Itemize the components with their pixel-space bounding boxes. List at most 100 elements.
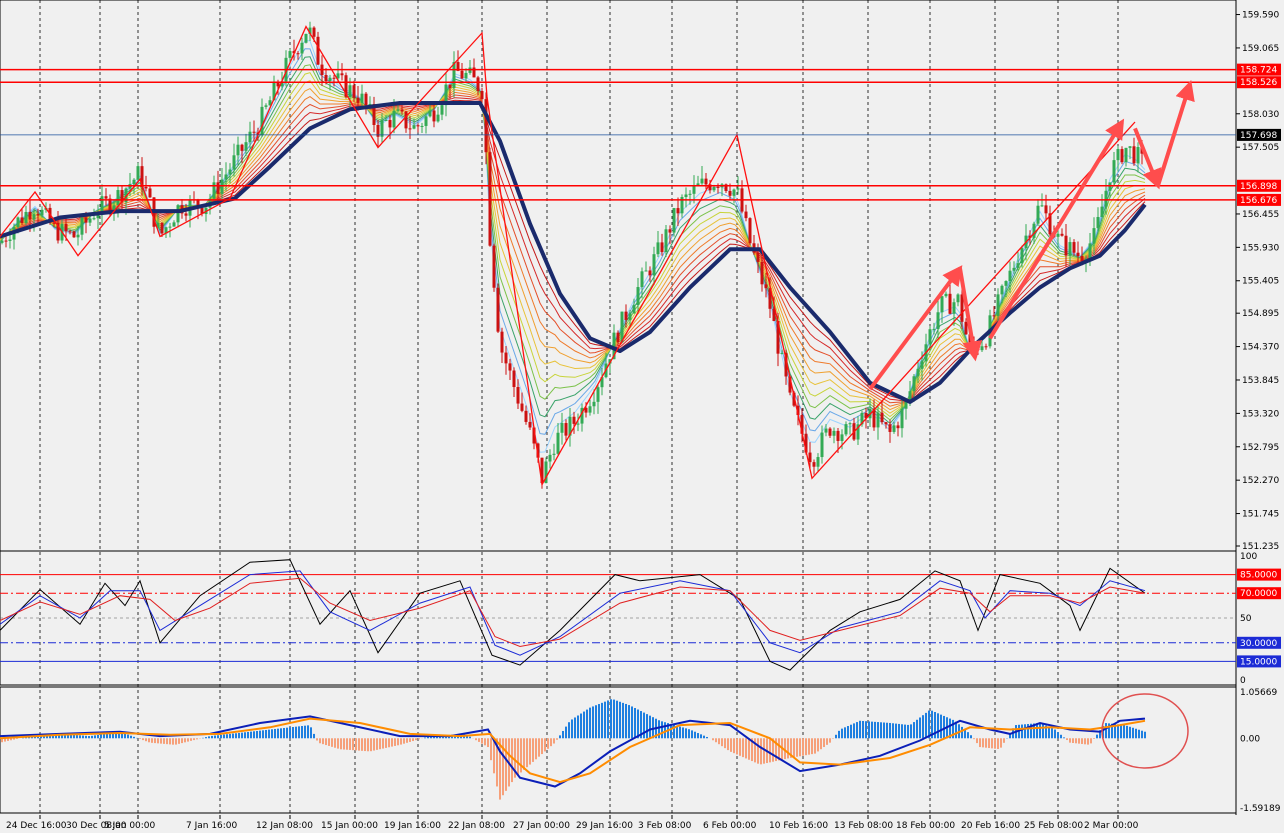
price-level-value: 156.898 [1240,182,1277,192]
time-axis-label: 18 Feb 00:00 [896,821,955,831]
price-axis-label: 152.795 [1242,443,1279,453]
price-axis-label: 156.455 [1242,210,1279,220]
price-axis-label: 159.065 [1242,44,1279,54]
candle-body [144,186,148,189]
candle-body [712,186,716,191]
candle-body [684,194,688,198]
candle-body [1080,256,1084,262]
time-axis-label: 6 Feb 00:00 [703,821,757,831]
time-axis-label: 5 Jan 00:00 [104,821,156,831]
candle-body [1020,248,1024,264]
candle-body [1060,233,1064,236]
candle-body [668,229,672,233]
candle-body [844,424,848,435]
candle-body [340,73,344,76]
candle-body [516,387,520,404]
candle-body [1032,223,1036,238]
candle-body [508,363,512,371]
candle-body [672,208,676,233]
candle-body [324,75,328,82]
candle-body [716,186,720,188]
time-axis-label: 2 Mar 00:00 [1084,821,1139,831]
candle-body [328,77,332,82]
candle-body [840,434,844,441]
price-level-value: 158.724 [1240,66,1277,76]
candle-body [848,423,852,425]
candle-body [940,296,944,313]
time-axis-label: 7 Jan 16:00 [186,821,238,831]
candle-body [1116,149,1120,161]
candle-body [464,72,468,79]
candle-body [1104,190,1108,207]
candle-body [524,410,528,422]
candle-body [812,462,816,467]
candle-body [408,128,412,130]
macd-axis-label: 0.00 [1240,734,1260,744]
candle-body [476,77,480,92]
candle-body [652,254,656,276]
candle-body [388,119,392,128]
candle-body [512,370,516,388]
candle-body [400,109,404,112]
candle-body [136,166,140,180]
candle-body [440,105,444,115]
time-axis-label: 13 Feb 08:00 [834,821,893,831]
candle-body [72,231,76,238]
candle-body [1068,242,1072,256]
candle-body [916,368,920,377]
candle-body [1012,267,1016,271]
candle-body [356,97,360,103]
candle-body [964,321,968,335]
candle-body [624,311,628,320]
candle-body [36,214,40,216]
price-level-value: 157.698 [1240,131,1277,141]
chart-window: 24 Dec 16:00 30 Dec 08:00 5 Jan 00:00 7 Jan… [0,0,1284,833]
candle-body [116,190,120,206]
macd-axis-label: -1.59189 [1240,804,1281,814]
time-axis-label: 25 Feb 08:00 [1024,821,1083,831]
candle-body [1044,205,1048,214]
candle-body [88,218,92,223]
price-axis-label: 155.930 [1242,243,1279,253]
price-axis-label: 152.270 [1242,476,1279,486]
candle-body [492,245,496,288]
macd-axis-label: 1.05669 [1240,688,1277,698]
candle-body [620,311,624,343]
oscillator-level-value: 85.0000 [1240,571,1277,581]
candle-body [404,111,408,129]
candle-body [920,361,924,369]
candle-body [880,412,884,423]
candle-body [548,454,552,462]
candle-body [704,178,708,185]
candle-body [220,179,224,194]
candle-body [980,346,984,351]
candle-body [1064,235,1068,256]
candle-body [1136,147,1140,164]
candle-body [28,211,32,220]
candle-body [692,185,696,194]
candle-body [1072,242,1076,253]
candle-body [76,234,80,238]
candle-body [836,430,840,441]
candle-body [952,302,956,314]
candle-body [956,294,960,303]
candle-body [452,62,456,89]
candle-body [184,213,188,216]
candle-body [936,312,940,330]
candle-body [436,114,440,122]
candle-body [4,240,8,242]
candle-body [948,293,952,314]
candle-body [616,332,620,343]
candle-body [828,428,832,436]
candle-body [760,261,764,285]
candle-body [160,222,164,234]
time-axis-label: 24 Dec 16:00 [6,821,67,831]
candle-body [1088,243,1092,259]
candle-body [1056,233,1060,237]
candle-body [756,252,760,262]
candle-body [1112,160,1116,183]
oscillator-level-value: 30.0000 [1240,639,1277,649]
candle-body [520,403,524,411]
candle-body [552,453,556,455]
candle-body [504,352,508,364]
